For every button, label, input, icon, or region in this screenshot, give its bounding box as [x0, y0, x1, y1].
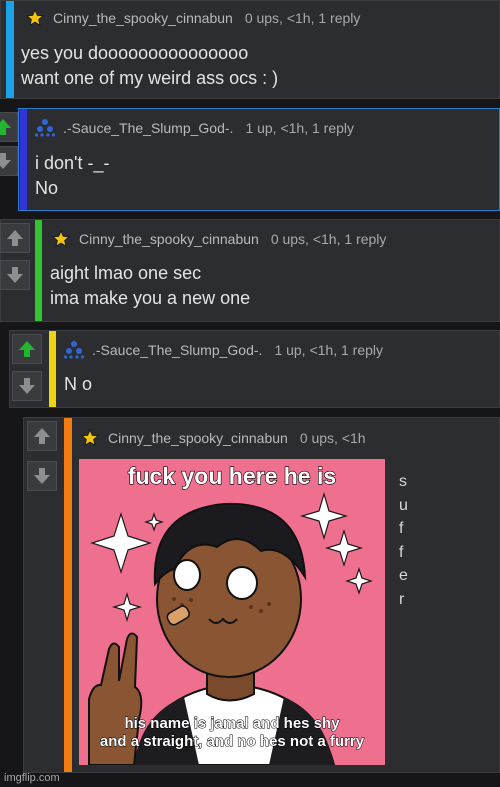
vertical-text: s u f f e r — [399, 470, 408, 611]
thread-bar — [64, 418, 72, 772]
arrow-up-icon — [7, 230, 23, 246]
thread-bar — [20, 109, 27, 210]
comment-header: Cinny_the_spooky_cinnabun 0 ups, <1h, 1 … — [25, 8, 360, 28]
comment-header: Cinny_the_spooky_cinnabun 0 ups, <1h, 1 … — [51, 229, 386, 249]
comment-text: N o — [64, 374, 93, 394]
downvote-button[interactable] — [12, 371, 42, 401]
star-icon — [80, 428, 100, 448]
vertical-letter: u — [399, 496, 408, 514]
star-icon — [25, 8, 45, 28]
comment-header: Cinny_the_spooky_cinnabun 0 ups, <1h — [80, 428, 366, 448]
comment-text: yes you dooooooooooooooo want one of my … — [21, 43, 279, 88]
star-icon — [51, 229, 71, 249]
arrow-up-icon — [34, 428, 50, 444]
username[interactable]: .-Sauce_The_Slump_God-. — [63, 120, 233, 136]
meme-bottom-caption: his name is jamal and hes shy and a stra… — [99, 715, 365, 751]
comment-header: .-Sauce_The_Slump_God-. 1 up, <1h, 1 rep… — [35, 118, 354, 138]
site-watermark: imgflip.com — [4, 772, 60, 784]
username[interactable]: Cinny_the_spooky_cinnabun — [79, 231, 259, 247]
downvote-button[interactable] — [27, 461, 57, 491]
username[interactable]: Cinny_the_spooky_cinnabun — [53, 10, 233, 26]
vertical-letter: f — [399, 543, 404, 561]
triangle-dots-icon — [64, 340, 84, 360]
meme-top-caption: fuck you here he is — [127, 462, 337, 489]
downvote-button[interactable] — [0, 260, 30, 290]
comment-meta: 0 ups, <1h, 1 reply — [270, 231, 387, 247]
vertical-letter: r — [399, 590, 405, 608]
comment-meta: 0 ups, <1h — [299, 430, 366, 446]
upvote-button[interactable] — [27, 421, 57, 451]
vertical-letter: e — [399, 567, 408, 584]
comment-meta: 0 ups, <1h, 1 reply — [244, 10, 361, 26]
comment-1: Cinny_the_spooky_cinnabun 0 ups, <1h, 1 … — [0, 0, 500, 99]
downvote-button[interactable] — [0, 146, 18, 176]
arrow-down-icon — [0, 153, 11, 169]
thread-bar — [35, 220, 42, 321]
comment-text: aight lmao one sec ima make you a new on… — [50, 263, 251, 308]
upvote-button[interactable] — [0, 112, 18, 142]
arrow-up-icon — [19, 341, 35, 357]
arrow-down-icon — [7, 267, 23, 283]
arrow-down-icon — [19, 378, 35, 394]
comment-2: .-Sauce_The_Slump_God-. 1 up, <1h, 1 rep… — [18, 108, 500, 211]
triangle-dots-icon — [35, 118, 55, 138]
thread-bar — [49, 331, 56, 407]
thread-bar — [6, 1, 14, 98]
arrow-down-icon — [34, 468, 50, 484]
comment-meta: 1 up, <1h, 1 reply — [274, 342, 384, 358]
upvote-button[interactable] — [0, 223, 30, 253]
comment-text: i don't -_- No — [35, 153, 110, 198]
username[interactable]: Cinny_the_spooky_cinnabun — [108, 430, 288, 446]
vertical-letter: s — [399, 473, 407, 490]
meme-image[interactable]: fuck you here he is his name is jamal an… — [79, 459, 385, 765]
comment-header: .-Sauce_The_Slump_God-. 1 up, <1h, 1 rep… — [64, 340, 383, 360]
upvote-button[interactable] — [12, 334, 42, 364]
comment-meta: 1 up, <1h, 1 reply — [245, 120, 355, 136]
username[interactable]: .-Sauce_The_Slump_God-. — [92, 342, 262, 358]
vertical-letter: f — [399, 520, 404, 537]
arrow-up-icon — [0, 119, 11, 135]
